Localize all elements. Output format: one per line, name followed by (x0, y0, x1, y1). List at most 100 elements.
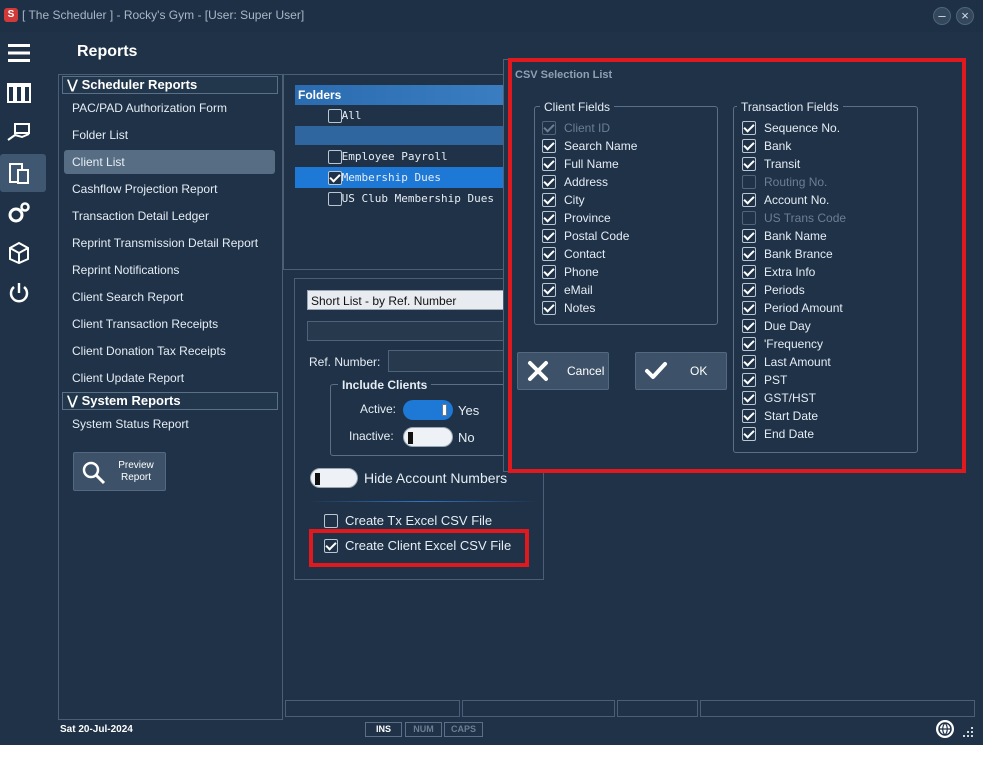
csv-field-bank-brance[interactable]: Bank Brance (742, 245, 846, 263)
clipboard-icon[interactable] (4, 158, 34, 188)
csv-field-checkbox[interactable] (542, 139, 556, 153)
csv-field-checkbox[interactable] (542, 283, 556, 297)
csv-field-label: Due Day (764, 319, 811, 333)
folder-checkbox[interactable] (328, 109, 342, 123)
csv-field-period-amount[interactable]: Period Amount (742, 299, 846, 317)
csv-field-checkbox[interactable] (542, 193, 556, 207)
csv-field-checkbox[interactable] (542, 229, 556, 243)
csv-field-phone[interactable]: Phone (542, 263, 637, 281)
csv-field-frequency[interactable]: 'Frequency (742, 335, 846, 353)
ref-number-input[interactable] (388, 350, 507, 372)
csv-field-account-no[interactable]: Account No. (742, 191, 846, 209)
csv-field-checkbox[interactable] (742, 373, 756, 387)
csv-field-checkbox[interactable] (542, 157, 556, 171)
menu-item-client-list[interactable]: Client List (64, 150, 275, 174)
csv-field-contact[interactable]: Contact (542, 245, 637, 263)
csv-field-due-day[interactable]: Due Day (742, 317, 846, 335)
csv-field-last-amount[interactable]: Last Amount (742, 353, 846, 371)
create-tx-csv-checkbox[interactable] (324, 513, 338, 528)
csv-field-full-name[interactable]: Full Name (542, 155, 637, 173)
hand-money-icon[interactable] (4, 118, 34, 148)
csv-field-city[interactable]: City (542, 191, 637, 209)
csv-field-checkbox[interactable] (542, 301, 556, 315)
menu-item-system-status-report[interactable]: System Status Report (64, 412, 275, 436)
csv-field-checkbox[interactable] (742, 229, 756, 243)
inactive-toggle[interactable] (403, 427, 453, 447)
menu-item-transaction-detail-ledger[interactable]: Transaction Detail Ledger (64, 204, 275, 228)
csv-field-sequence-no[interactable]: Sequence No. (742, 119, 846, 137)
csv-field-bank-name[interactable]: Bank Name (742, 227, 846, 245)
power-icon[interactable] (4, 278, 34, 308)
folder-row-membership-dues[interactable]: Membership Dues (295, 167, 505, 188)
csv-field-checkbox[interactable] (542, 175, 556, 189)
csv-field-gst-hst[interactable]: GST/HST (742, 389, 846, 407)
menu-item-client-donation-tax-receipts[interactable]: Client Donation Tax Receipts (64, 339, 275, 363)
csv-field-label: Account No. (764, 193, 830, 207)
menu-item-reprint-transmission[interactable]: Reprint Transmission Detail Report (64, 231, 275, 255)
folder-row-employee-payroll[interactable]: Employee Payroll (295, 146, 505, 167)
ok-button[interactable]: OK (635, 352, 727, 390)
csv-field-bank[interactable]: Bank (742, 137, 846, 155)
csv-field-routing-no: Routing No. (742, 173, 846, 191)
hide-account-numbers-toggle[interactable] (310, 468, 358, 488)
csv-field-checkbox[interactable] (542, 247, 556, 261)
csv-field-checkbox[interactable] (742, 121, 756, 135)
csv-field-end-date[interactable]: End Date (742, 425, 846, 443)
csv-field-checkbox[interactable] (742, 139, 756, 153)
csv-field-checkbox[interactable] (742, 193, 756, 207)
csv-field-checkbox[interactable] (742, 391, 756, 405)
ledger-icon[interactable] (4, 78, 34, 108)
csv-field-checkbox[interactable] (742, 301, 756, 315)
app-logo-icon: S (4, 8, 18, 22)
menu-item-cashflow-projection[interactable]: Cashflow Projection Report (64, 177, 275, 201)
cancel-button[interactable]: Cancel (517, 352, 609, 390)
report-type-select[interactable]: Short List - by Ref. Number (307, 290, 507, 310)
folder-row-us-club-membership-dues[interactable]: US Club Membership Dues (295, 188, 505, 209)
menu-item-folder-list[interactable]: Folder List (64, 123, 275, 147)
folder-checkbox[interactable] (328, 150, 342, 164)
menu-item-client-update-report[interactable]: Client Update Report (64, 366, 275, 390)
csv-field-periods[interactable]: Periods (742, 281, 846, 299)
csv-field-search-name[interactable]: Search Name (542, 137, 637, 155)
csv-field-checkbox[interactable] (742, 337, 756, 351)
menu-item-pac-pad[interactable]: PAC/PAD Authorization Form (64, 96, 275, 120)
csv-field-checkbox[interactable] (742, 157, 756, 171)
menu-item-reprint-notifications[interactable]: Reprint Notifications (64, 258, 275, 282)
secondary-field[interactable] (307, 321, 507, 341)
csv-field-checkbox[interactable] (742, 283, 756, 297)
menu-item-client-transaction-receipts[interactable]: Client Transaction Receipts (64, 312, 275, 336)
box-icon[interactable] (4, 238, 34, 268)
resize-grip-icon[interactable] (962, 726, 974, 738)
csv-field-checkbox[interactable] (542, 211, 556, 225)
csv-field-postal-code[interactable]: Postal Code (542, 227, 637, 245)
csv-field-start-date[interactable]: Start Date (742, 407, 846, 425)
folder-row-all[interactable]: All (295, 105, 505, 126)
section-header-scheduler-reports[interactable]: ⋁ Scheduler Reports (62, 76, 278, 94)
close-button[interactable]: × (956, 7, 974, 25)
csv-field-extra-info[interactable]: Extra Info (742, 263, 846, 281)
csv-field-notes[interactable]: Notes (542, 299, 637, 317)
csv-field-checkbox[interactable] (742, 355, 756, 369)
menu-item-client-search-report[interactable]: Client Search Report (64, 285, 275, 309)
csv-field-checkbox[interactable] (742, 247, 756, 261)
csv-field-province[interactable]: Province (542, 209, 637, 227)
csv-field-email[interactable]: eMail (542, 281, 637, 299)
hamburger-icon[interactable] (4, 38, 34, 68)
globe-icon[interactable] (936, 720, 954, 738)
gears-icon[interactable] (4, 198, 34, 228)
create-tx-csv-option[interactable]: Create Tx Excel CSV File (324, 513, 492, 528)
csv-field-checkbox[interactable] (742, 427, 756, 441)
section-header-system-reports[interactable]: ⋁ System Reports (62, 392, 278, 410)
folder-checkbox[interactable] (328, 192, 342, 206)
csv-field-label: Period Amount (764, 301, 843, 315)
minimize-button[interactable]: – (933, 7, 951, 25)
csv-field-checkbox[interactable] (742, 409, 756, 423)
csv-field-address[interactable]: Address (542, 173, 637, 191)
active-toggle[interactable] (403, 400, 453, 420)
csv-field-pst[interactable]: PST (742, 371, 846, 389)
csv-field-checkbox[interactable] (742, 265, 756, 279)
csv-field-transit[interactable]: Transit (742, 155, 846, 173)
folder-checkbox[interactable] (328, 171, 342, 185)
csv-field-checkbox[interactable] (542, 265, 556, 279)
csv-field-checkbox[interactable] (742, 319, 756, 333)
